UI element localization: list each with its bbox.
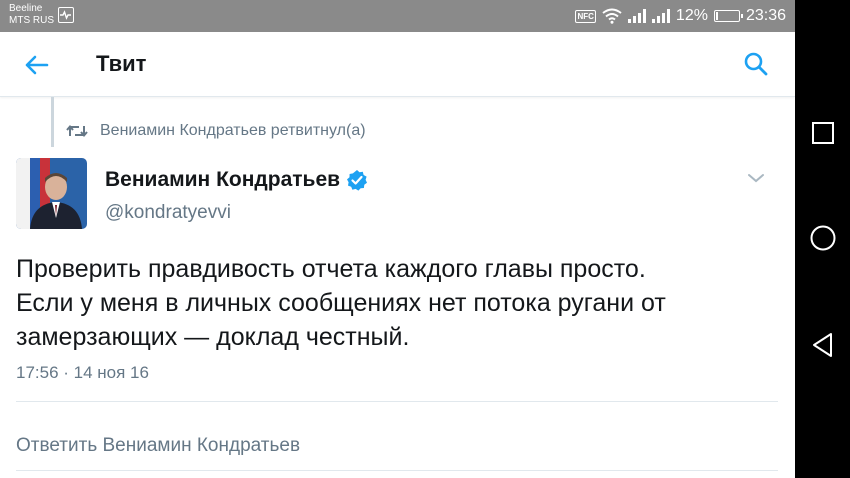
android-nav-bar: [795, 0, 850, 478]
tweet-line: Если у меня в личных сообщениях нет пото…: [16, 289, 666, 317]
arrow-left-icon[interactable]: [22, 50, 52, 80]
search-icon[interactable]: [741, 49, 771, 79]
thread-line: [51, 97, 54, 147]
twitter-app-screen: Beeline MTS RUS NFC 12% 23:36 Твит Вениа…: [0, 0, 795, 478]
triangle-back-icon: [812, 333, 832, 357]
recent-apps-button[interactable]: [795, 111, 850, 155]
carrier-1: Beeline: [9, 3, 43, 14]
divider: [16, 470, 778, 471]
signal-icon-1: [627, 9, 646, 23]
retweet-label: Вениамин Кондратьев ретвитнул(а): [100, 122, 366, 139]
battery-icon: [713, 10, 743, 22]
circle-icon: [810, 225, 835, 251]
status-bar: Beeline MTS RUS NFC 12% 23:36: [0, 0, 795, 32]
retweet-icon: [66, 124, 88, 138]
clock: 23:36: [745, 7, 786, 24]
carrier-info: Beeline MTS RUS: [9, 3, 54, 27]
tweet-text: Проверить правдивость отчета каждого гла…: [16, 252, 786, 354]
battery-percent: 12%: [675, 7, 708, 24]
wifi-icon: [602, 8, 622, 24]
retweet-context[interactable]: Вениамин Кондратьев ретвитнул(а): [66, 120, 366, 142]
nfc-icon: NFC: [575, 9, 596, 23]
app-toolbar: Твит: [0, 32, 795, 97]
author-name[interactable]: Вениамин Кондратьев: [105, 168, 340, 192]
status-indicators: NFC 12% 23:36: [575, 5, 786, 27]
square-icon: [811, 122, 834, 144]
page-title: Твит: [96, 51, 147, 76]
back-button[interactable]: [795, 323, 850, 367]
avatar[interactable]: [16, 158, 87, 229]
tweet-line: Проверить правдивость отчета каждого гла…: [16, 255, 646, 283]
reply-input[interactable]: Ответить Вениамин Кондратьев: [16, 435, 300, 457]
home-button[interactable]: [795, 216, 850, 260]
carrier-2: MTS RUS: [9, 15, 54, 26]
verified-badge-icon: [347, 170, 368, 191]
divider: [16, 401, 778, 402]
author-handle[interactable]: @kondratyevvi: [105, 202, 231, 224]
tweet-timestamp: 17:56 · 14 ноя 16: [16, 363, 149, 382]
health-app-icon: [58, 7, 74, 23]
chevron-down-icon[interactable]: [746, 170, 766, 186]
tweet-line: замерзающих — доклад честный.: [16, 323, 410, 351]
author-row: Вениамин Кондратьев: [105, 168, 368, 192]
signal-icon-2: [651, 9, 670, 23]
